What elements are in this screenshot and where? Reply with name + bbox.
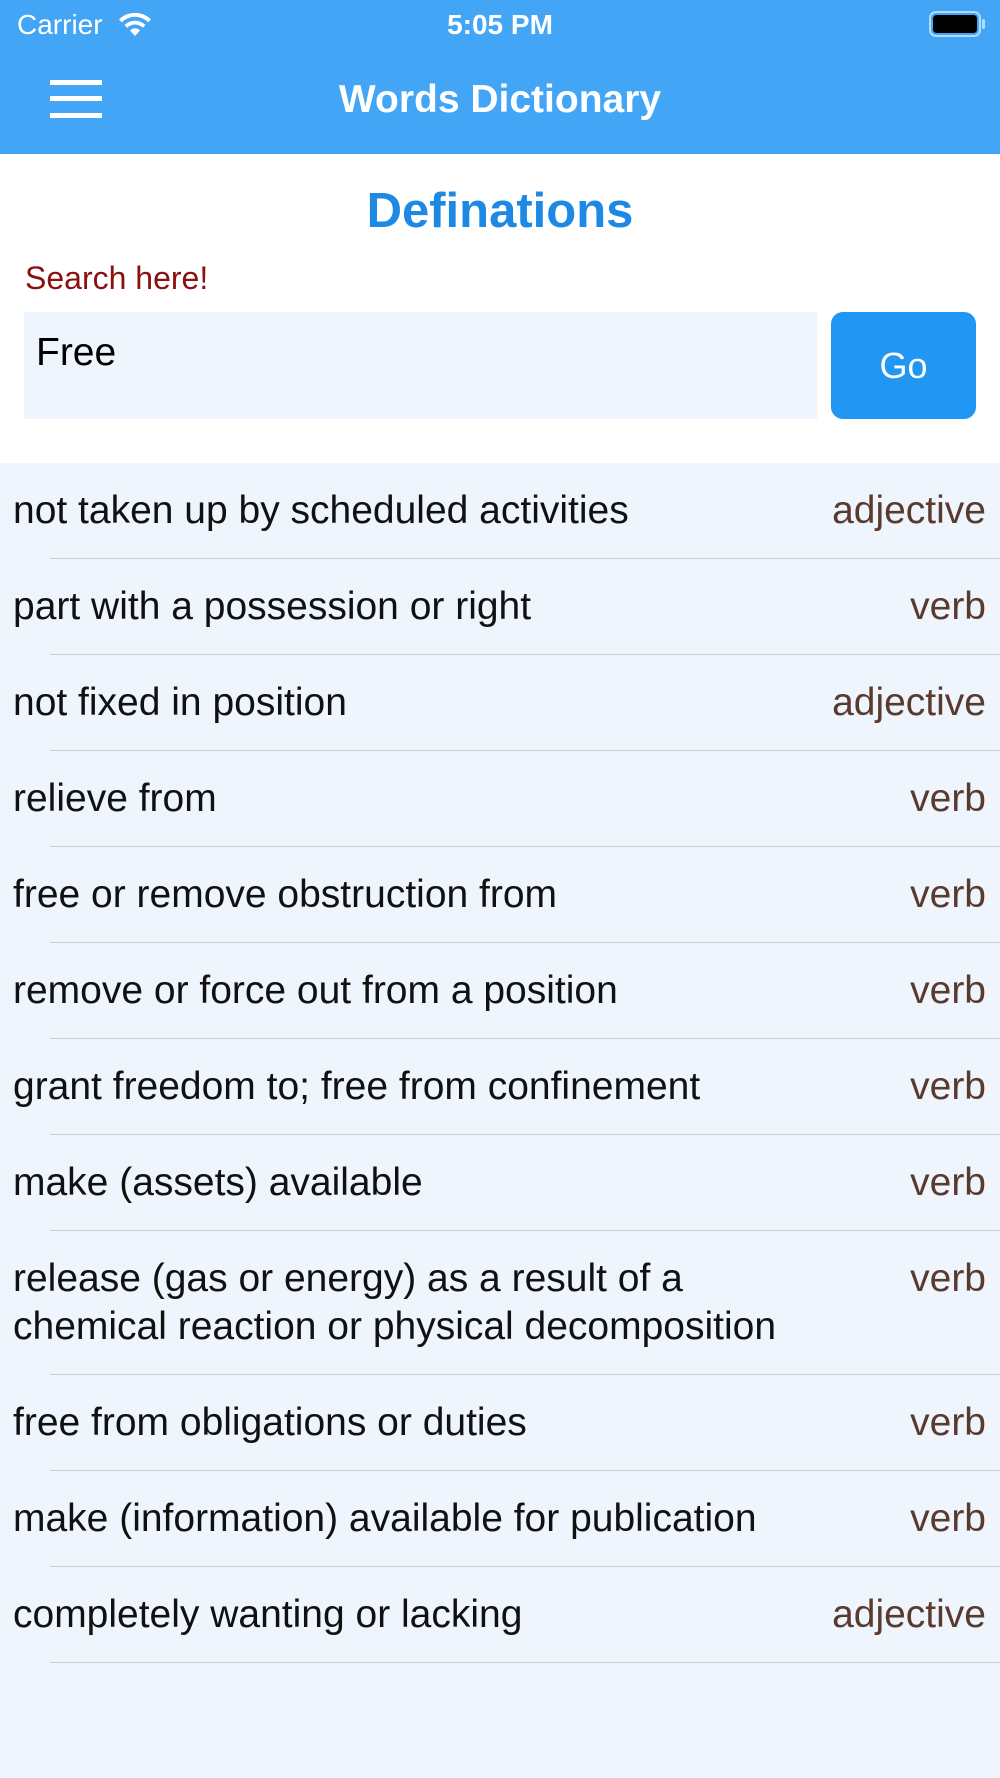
app-title: Words Dictionary — [338, 78, 662, 121]
status-time: 5:05 PM — [447, 9, 553, 40]
part-of-speech-label: verb — [910, 1497, 986, 1540]
definition-text: relieve from — [13, 777, 217, 820]
part-of-speech-label: adjective — [832, 489, 986, 532]
definition-row[interactable]: part with a possession or right verb — [0, 559, 1000, 655]
part-of-speech-label: verb — [910, 1065, 986, 1108]
part-of-speech-label: verb — [910, 777, 986, 820]
definition-text: grant freedom to; free from confinement — [13, 1065, 701, 1108]
search-input[interactable] — [24, 312, 817, 419]
search-label: Search here! — [25, 260, 209, 296]
definition-row[interactable]: remove or force out from a position verb — [0, 943, 1000, 1039]
definition-row[interactable]: grant freedom to; free from confinement v… — [0, 1039, 1000, 1135]
definition-row[interactable]: relieve from verb — [0, 751, 1000, 847]
definition-row[interactable]: make (information) available for publica… — [0, 1471, 1000, 1567]
part-of-speech-label: verb — [910, 873, 986, 916]
part-of-speech-label: verb — [910, 1401, 986, 1444]
definition-row[interactable]: free from obligations or duties verb — [0, 1375, 1000, 1471]
part-of-speech-label: verb — [910, 585, 986, 628]
definition-text: completely wanting or lacking — [13, 1593, 523, 1636]
part-of-speech-label: adjective — [832, 1593, 986, 1636]
definition-text: not taken up by scheduled activities — [13, 489, 629, 532]
battery-icon — [929, 11, 985, 37]
definition-text: part with a possession or right — [13, 585, 532, 628]
page-heading: Definations — [366, 184, 634, 238]
definition-text: remove or force out from a position — [13, 969, 618, 1012]
part-of-speech-label: verb — [910, 1161, 986, 1204]
definition-text: not fixed in position — [13, 681, 347, 724]
definition-row[interactable]: free or remove obstruction from verb — [0, 847, 1000, 943]
definition-list: not taken up by scheduled activities adje… — [0, 463, 1000, 1778]
definition-row[interactable]: not fixed in position adjective — [0, 655, 1000, 751]
definition-text: release (gas or energy) as a result of a… — [13, 1257, 777, 1348]
part-of-speech-label: verb — [910, 1257, 986, 1300]
definition-text: make (information) available for publica… — [13, 1497, 757, 1540]
part-of-speech-label: verb — [910, 969, 986, 1012]
top-bar: Carrier 5:05 PM Words Dictionary — [0, 0, 1000, 154]
definition-text: free or remove obstruction from — [13, 873, 558, 916]
definition-text: make (assets) available — [13, 1161, 423, 1204]
definition-row[interactable]: not taken up by scheduled activities adje… — [0, 463, 1000, 559]
definition-row[interactable]: completely wanting or lacking adjective — [0, 1567, 1000, 1663]
go-button[interactable]: Go — [831, 312, 976, 419]
definition-text: free from obligations or duties — [13, 1401, 527, 1444]
definition-row[interactable]: release (gas or energy) as a result of a… — [0, 1231, 1000, 1375]
definition-row[interactable]: make (assets) available verb — [0, 1135, 1000, 1231]
part-of-speech-label: adjective — [832, 681, 986, 724]
